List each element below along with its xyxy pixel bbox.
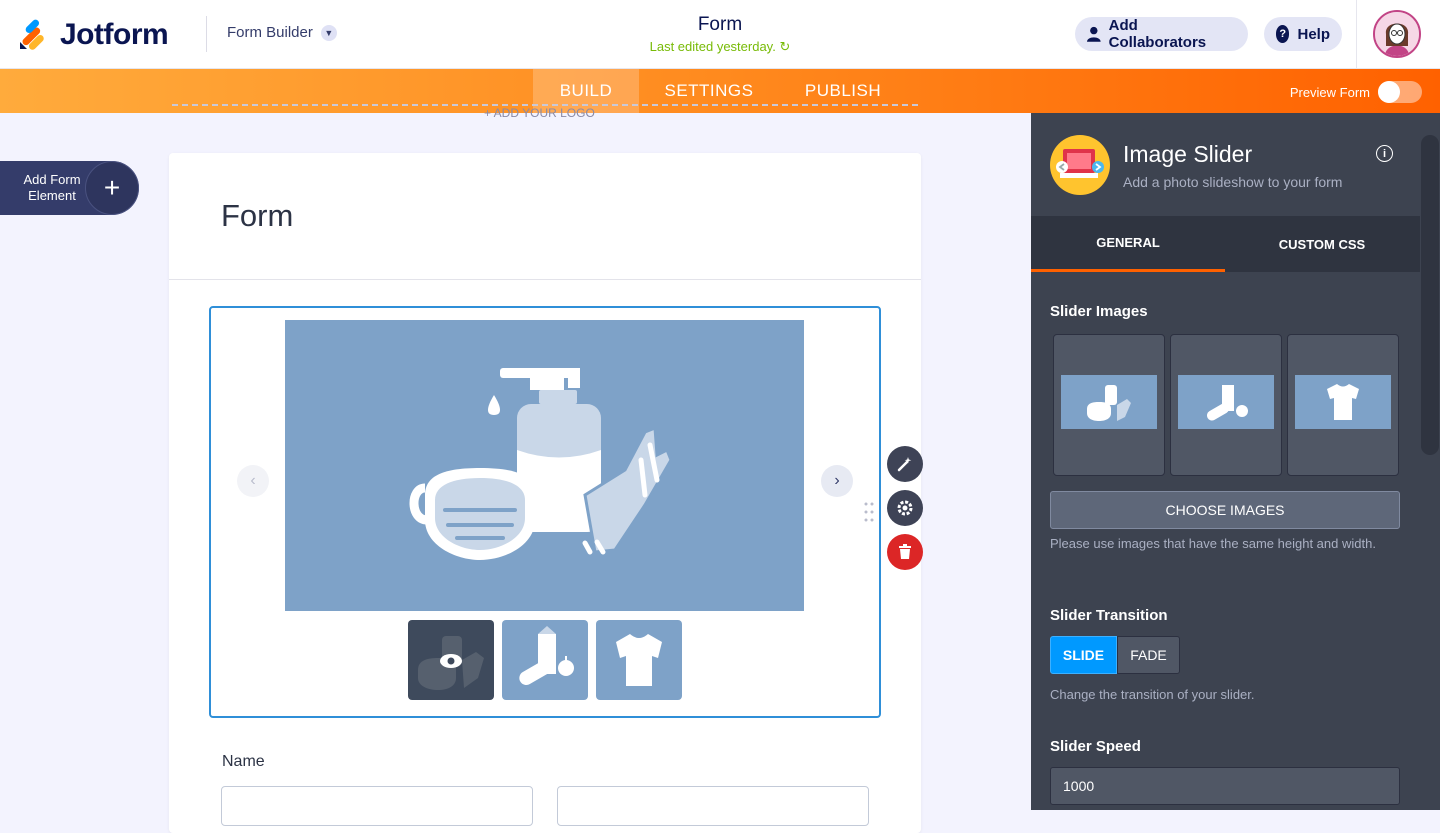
plus-icon: + <box>85 161 139 215</box>
food-icon <box>1206 385 1248 421</box>
hygiene-illustration <box>409 368 673 560</box>
slider-transition-label: Slider Transition <box>1050 607 1168 624</box>
transition-hint: Change the transition of your slider. <box>1050 687 1255 702</box>
hygiene-icon <box>1087 385 1131 421</box>
panel-scrollbar-thumb[interactable] <box>1421 135 1439 455</box>
jotform-logo-icon <box>20 19 44 50</box>
image-slider-icon <box>1050 135 1110 195</box>
help-button[interactable]: ? Help <box>1264 17 1342 51</box>
question-icon: ? <box>1276 25 1290 43</box>
slider-main-image <box>285 320 804 611</box>
preview-form-label: Preview Form <box>1289 84 1370 100</box>
info-icon[interactable]: i <box>1376 145 1393 162</box>
add-form-element-label: Add Form Element <box>23 172 81 203</box>
tab-custom-css[interactable]: CUSTOM CSS <box>1225 216 1419 272</box>
slider-thumbnail-2[interactable] <box>502 620 588 700</box>
choose-images-button[interactable]: CHOOSE IMAGES <box>1050 491 1400 529</box>
tshirt-icon <box>1327 384 1359 420</box>
panel-title: Image Slider <box>1123 141 1253 167</box>
tshirt-icon <box>616 634 662 686</box>
hygiene-icon <box>418 636 484 690</box>
panel-header: Image Slider Add a photo slideshow to yo… <box>1031 113 1420 216</box>
delete-button[interactable] <box>887 534 923 570</box>
settings-button[interactable] <box>887 490 923 526</box>
slider-image-slot-3[interactable] <box>1287 334 1399 476</box>
chevron-left-icon: ‹ <box>250 472 256 489</box>
slider-speed-label: Slider Speed <box>1050 738 1141 755</box>
top-header: Jotform Form Builder ▼ Form Last edited … <box>0 0 1440 69</box>
add-collaborators-button[interactable]: Add Collaborators <box>1075 17 1248 51</box>
slider-speed-input[interactable]: 1000 <box>1050 767 1400 805</box>
preview-form-control: Preview Form <box>1290 81 1422 103</box>
help-label: Help <box>1297 25 1330 43</box>
preview-form-toggle[interactable] <box>1378 81 1422 103</box>
gear-icon <box>897 500 913 516</box>
slider-next-button[interactable]: › <box>821 465 853 497</box>
form-title-block: Form Last edited yesterday. ↻ <box>620 14 820 55</box>
slider-thumbnail-3[interactable] <box>596 620 682 700</box>
slider-thumbnail-1[interactable] <box>408 620 494 700</box>
form-heading[interactable]: Form <box>221 198 293 234</box>
form-builder-dropdown[interactable]: Form Builder ▼ <box>227 24 337 41</box>
add-logo-area[interactable]: + ADD YOUR LOGO <box>172 104 918 120</box>
slider-images-label: Slider Images <box>1050 303 1148 320</box>
toggle-knob <box>1378 81 1400 103</box>
avatar[interactable] <box>1373 10 1421 58</box>
user-icon <box>1087 26 1101 42</box>
first-name-input[interactable] <box>221 786 533 826</box>
slider-image-slot-2[interactable] <box>1170 334 1282 476</box>
form-builder-label: Form Builder <box>227 24 313 41</box>
slot-image-2 <box>1178 375 1274 429</box>
chevron-down-icon: ▼ <box>320 24 337 41</box>
last-name-input[interactable] <box>557 786 869 826</box>
transition-fade-option[interactable]: FADE <box>1117 636 1180 674</box>
slot-image-3 <box>1295 375 1391 429</box>
header-divider-right <box>1356 0 1357 69</box>
jotform-logo[interactable]: Jotform <box>18 18 169 52</box>
images-hint: Please use images that have the same hei… <box>1050 536 1376 551</box>
food-icon <box>519 626 574 685</box>
panel-subtitle: Add a photo slideshow to your form <box>1123 174 1343 190</box>
avatar-illustration <box>1375 12 1419 56</box>
last-edited-text: Last edited yesterday. <box>649 39 776 54</box>
drag-handle-icon[interactable] <box>863 500 875 524</box>
header-divider <box>206 16 207 52</box>
properties-panel: Image Slider Add a photo slideshow to yo… <box>1031 113 1440 810</box>
chevron-right-icon: › <box>834 472 840 489</box>
slider-prev-button[interactable]: ‹ <box>237 465 269 497</box>
refresh-icon: ↻ <box>779 39 791 54</box>
tab-general[interactable]: GENERAL <box>1031 216 1225 272</box>
trash-icon <box>899 544 911 559</box>
slot-image-1 <box>1061 375 1157 429</box>
add-form-element-button[interactable]: Add Form Element + <box>0 161 139 215</box>
panel-tabs: GENERAL CUSTOM CSS <box>1031 216 1420 272</box>
name-field-label: Name <box>222 753 265 770</box>
add-collaborators-label: Add Collaborators <box>1108 17 1207 51</box>
transition-slide-option[interactable]: SLIDE <box>1050 636 1117 674</box>
form-header-divider <box>169 279 921 280</box>
last-edited-status: Last edited yesterday. ↻ <box>620 39 820 55</box>
wand-button[interactable] <box>887 446 923 482</box>
slider-image-slot-1[interactable] <box>1053 334 1165 476</box>
brand-name: Jotform <box>60 18 169 51</box>
add-logo-label: + ADD YOUR LOGO <box>484 106 595 120</box>
form-title[interactable]: Form <box>620 14 820 36</box>
magic-wand-icon <box>897 457 912 472</box>
transition-toggle: SLIDE FADE <box>1050 636 1180 674</box>
